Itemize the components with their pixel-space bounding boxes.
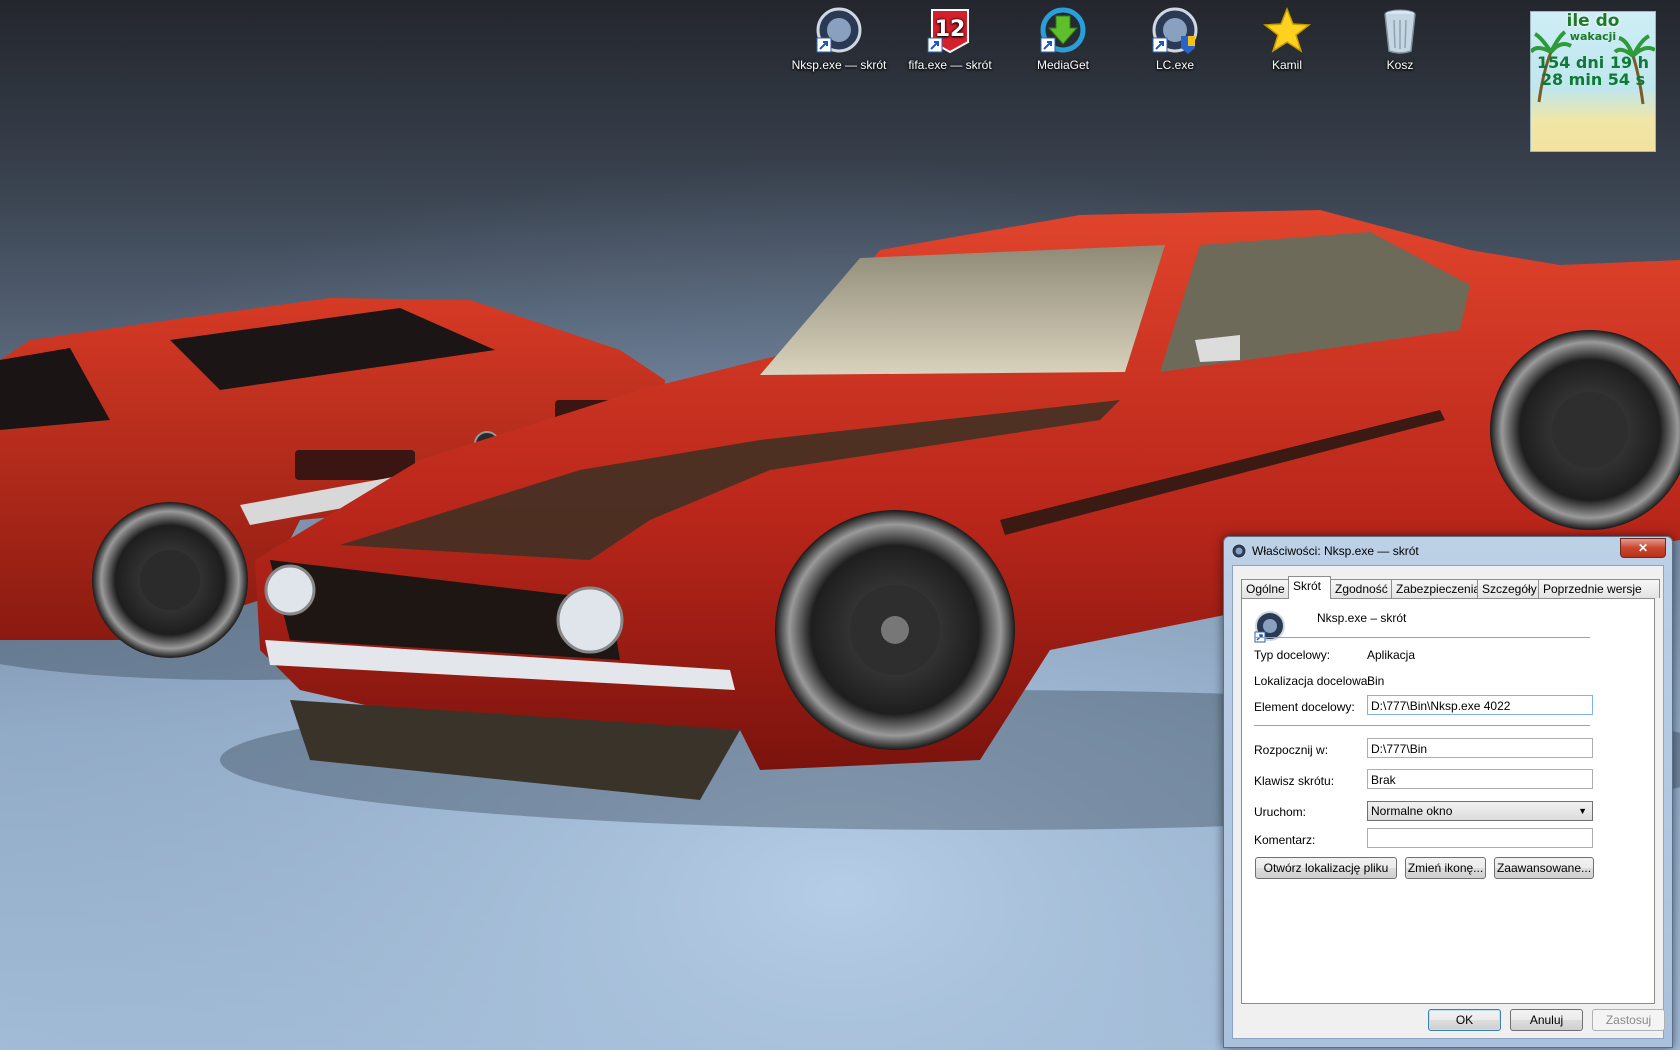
nksp-app-icon: [1254, 611, 1285, 643]
mediaget-download-icon: [1039, 6, 1087, 56]
dialog-client-area: Ogólne Skrót Zgodność Zabezpieczenia Szc…: [1232, 565, 1665, 1039]
desktop-icon-label: Nksp.exe — skrót: [791, 58, 887, 72]
desktop-icon-lc[interactable]: LC.exe: [1123, 6, 1227, 72]
start-in-label: Rozpocznij w:: [1254, 743, 1329, 757]
change-icon-button[interactable]: Zmień ikonę...: [1405, 857, 1486, 879]
shortcut-tab-panel: Nksp.exe – skrót Typ docelowy: Aplikacja…: [1241, 598, 1655, 1004]
target-type-value: Aplikacja: [1367, 648, 1416, 662]
desktop-icon-recycle-bin[interactable]: Kosz: [1348, 6, 1452, 72]
comment-field[interactable]: [1367, 828, 1593, 848]
separator: [1254, 725, 1590, 726]
desktop-icon-label: fifa.exe — skrót: [908, 58, 992, 72]
target-field[interactable]: D:\777\Bin\Nksp.exe 4022: [1367, 695, 1593, 715]
tab-previous-versions[interactable]: Poprzednie wersje: [1538, 579, 1660, 598]
recycle-bin-icon: [1376, 6, 1424, 56]
chevron-down-icon: ▼: [1578, 806, 1587, 816]
nksp-app-icon: [1231, 543, 1247, 559]
desktop-icon-label: LC.exe: [1155, 58, 1195, 72]
desktop-icon-label: MediaGet: [1036, 58, 1090, 72]
ok-button[interactable]: OK: [1428, 1009, 1501, 1031]
hotkey-field[interactable]: Brak: [1367, 769, 1593, 789]
gadget-countdown-time: 28 min 54 s: [1540, 70, 1646, 89]
nksp-app-icon: [815, 6, 863, 56]
shortcut-name: Nksp.exe – skrót: [1317, 611, 1407, 625]
advanced-button[interactable]: Zaawansowane...: [1494, 857, 1594, 879]
target-label: Element docelowy:: [1254, 700, 1355, 714]
star-icon: [1263, 6, 1311, 56]
open-file-location-button[interactable]: Otwórz lokalizację pliku: [1255, 857, 1397, 879]
shortcut-properties-dialog: Właściwości: Nksp.exe — skrót ✕ Ogólne S…: [1223, 536, 1673, 1048]
target-location-label: Lokalizacja docelowa:: [1254, 674, 1371, 688]
target-type-label: Typ docelowy:: [1254, 648, 1331, 662]
fifa12-icon: 12: [926, 6, 974, 56]
start-in-field[interactable]: D:\777\Bin: [1367, 738, 1593, 758]
close-button[interactable]: ✕: [1620, 538, 1666, 558]
vacation-countdown-gadget[interactable]: ile do wakacji 154 dni 19 h 28 min 54 s: [1530, 11, 1656, 152]
gadget-title: ile do: [1566, 11, 1620, 31]
comment-label: Komentarz:: [1254, 833, 1316, 847]
gadget-subtitle: wakacji: [1569, 30, 1617, 43]
hotkey-label: Klawisz skrótu:: [1254, 774, 1335, 788]
dialog-titlebar[interactable]: Właściwości: Nksp.exe — skrót ✕: [1224, 537, 1672, 565]
desktop-icon-label: Kosz: [1386, 58, 1414, 72]
tab-compatibility[interactable]: Zgodność: [1330, 579, 1392, 598]
apply-button[interactable]: Zastosuj: [1592, 1009, 1665, 1031]
tab-security[interactable]: Zabezpieczenia: [1391, 579, 1480, 598]
dialog-title: Właściwości: Nksp.exe — skrót: [1252, 544, 1419, 558]
desktop-icon-nksp-shortcut[interactable]: Nksp.exe — skrót: [787, 6, 891, 72]
desktop-icon-label: Kamil: [1271, 58, 1302, 72]
run-select-value: Normalne okno: [1371, 804, 1453, 818]
desktop-icon-mediaget[interactable]: MediaGet: [1011, 6, 1115, 72]
gadget-countdown-days: 154 dni 19 h: [1536, 53, 1650, 72]
tab-details[interactable]: Szczegóły: [1477, 579, 1539, 598]
tab-general[interactable]: Ogólne: [1241, 579, 1289, 598]
run-label: Uruchom:: [1254, 805, 1307, 819]
target-location-value: Bin: [1367, 674, 1385, 688]
tab-shortcut[interactable]: Skrót: [1288, 576, 1331, 599]
lc-app-icon: [1151, 6, 1199, 56]
run-select[interactable]: Normalne okno ▼: [1367, 801, 1593, 821]
desktop-icon-fifa-shortcut[interactable]: 12 fifa.exe — skrót: [898, 6, 1002, 72]
desktop-icon-kamil[interactable]: Kamil: [1235, 6, 1339, 72]
cancel-button[interactable]: Anuluj: [1510, 1009, 1583, 1031]
separator: [1254, 637, 1590, 638]
